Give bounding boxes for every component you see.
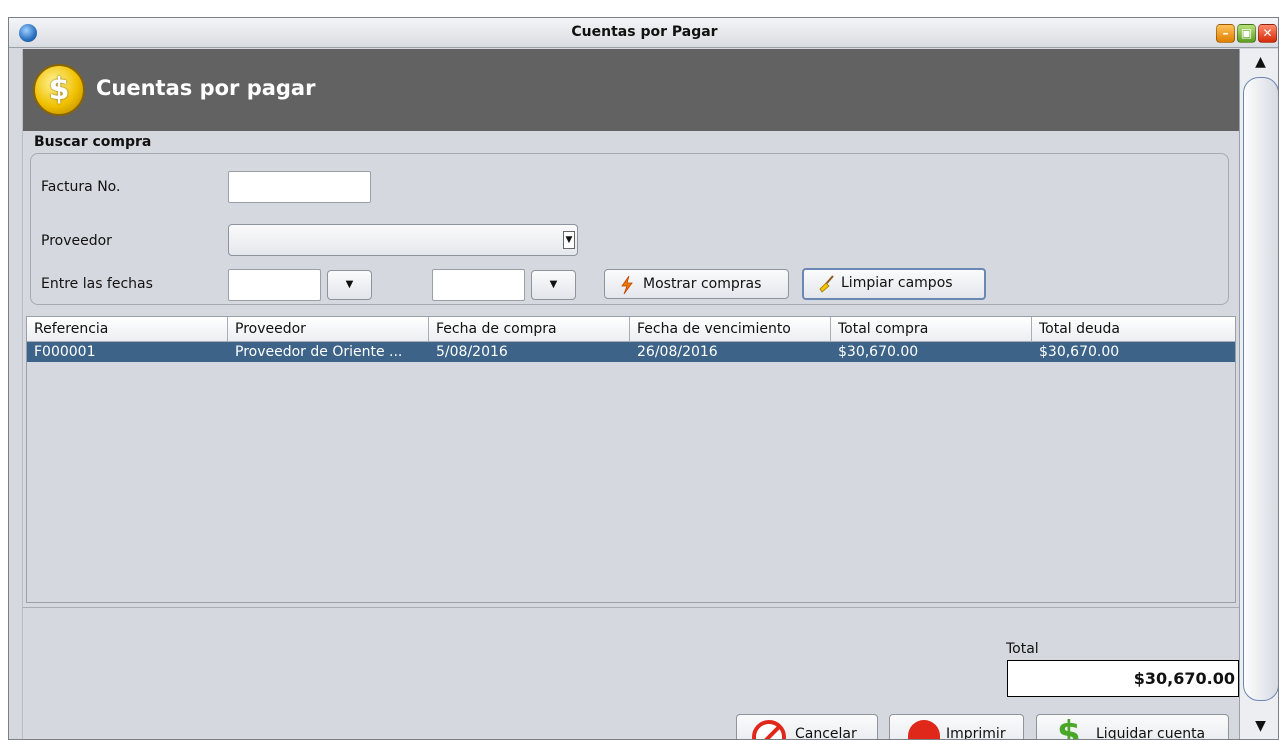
mostrar-compras-button[interactable]: Mostrar compras <box>604 269 789 299</box>
fechas-label: Entre las fechas <box>41 276 153 292</box>
proveedor-combo[interactable]: ▼ <box>228 224 578 256</box>
header-band: $ Cuentas por pagar <box>23 49 1239 131</box>
cell-fecha-compra: 5/08/2016 <box>436 344 508 360</box>
cancel-icon <box>752 720 786 739</box>
fecha-hasta-input[interactable] <box>432 269 525 301</box>
broom-icon <box>819 275 834 293</box>
column-header-referencia[interactable]: Referencia <box>27 317 228 342</box>
cancelar-button[interactable]: Cancelar <box>736 714 878 740</box>
liquidar-cuenta-label: Liquidar cuenta <box>1096 726 1206 740</box>
total-field: $30,670.00 <box>1007 660 1239 697</box>
scroll-up-arrow-icon[interactable]: ▲ <box>1240 49 1278 75</box>
mostrar-compras-label: Mostrar compras <box>643 276 762 292</box>
title-bar[interactable]: Cuentas por Pagar – ▣ ✕ <box>9 18 1278 48</box>
column-header-total-deuda[interactable]: Total deuda <box>1032 317 1235 342</box>
column-header-fecha-compra[interactable]: Fecha de compra <box>429 317 630 342</box>
window-title: Cuentas por Pagar <box>571 24 718 40</box>
app-window: Cuentas por Pagar – ▣ ✕ $ Cuentas por pa… <box>8 17 1279 740</box>
lightning-icon <box>621 276 633 294</box>
divider <box>23 607 1239 608</box>
fecha-hasta-picker-button[interactable]: ▼ <box>531 270 576 300</box>
content-area: $ Cuentas por pagar Buscar compra Factur… <box>22 49 1239 740</box>
scroll-thumb[interactable] <box>1243 77 1278 701</box>
search-panel: Factura No. Proveedor ▼ Entre las fechas… <box>30 153 1229 305</box>
vertical-scrollbar[interactable]: ▲ ▼ <box>1239 49 1278 739</box>
chevron-down-icon[interactable]: ▼ <box>563 231 575 249</box>
chevron-down-icon: ▼ <box>549 279 558 290</box>
imprimir-label: Imprimir <box>946 726 1006 740</box>
close-button[interactable]: ✕ <box>1258 24 1277 43</box>
cell-total-deuda: $30,670.00 <box>1039 344 1120 360</box>
proveedor-label: Proveedor <box>41 233 112 249</box>
cell-fecha-vencimiento: 26/08/2016 <box>637 344 718 360</box>
limpiar-campos-button[interactable]: Limpiar campos <box>802 268 986 300</box>
minimize-button[interactable]: – <box>1216 24 1235 43</box>
cell-total-compra: $30,670.00 <box>838 344 919 360</box>
factura-label: Factura No. <box>41 179 121 195</box>
liquidar-cuenta-button[interactable]: $ Liquidar cuenta <box>1036 714 1229 740</box>
printer-icon <box>908 720 940 739</box>
cell-referencia: F000001 <box>34 344 96 360</box>
limpiar-campos-label: Limpiar campos <box>841 275 953 291</box>
imprimir-button[interactable]: Imprimir <box>889 714 1024 740</box>
column-header-total-compra[interactable]: Total compra <box>831 317 1032 342</box>
cancelar-label: Cancelar <box>795 726 857 740</box>
chevron-down-icon: ▼ <box>345 279 354 290</box>
search-group-label: Buscar compra <box>34 134 152 150</box>
total-label: Total <box>1006 641 1039 657</box>
page-title: Cuentas por pagar <box>96 76 316 100</box>
maximize-button[interactable]: ▣ <box>1237 24 1256 43</box>
scroll-down-arrow-icon[interactable]: ▼ <box>1240 713 1278 739</box>
dollar-icon: $ <box>1057 714 1081 740</box>
fecha-desde-input[interactable] <box>228 269 321 301</box>
dollar-coin-icon: $ <box>33 64 85 116</box>
factura-input[interactable] <box>228 171 371 203</box>
column-header-proveedor[interactable]: Proveedor <box>228 317 429 342</box>
cell-proveedor: Proveedor de Oriente ... <box>235 344 403 360</box>
fecha-desde-picker-button[interactable]: ▼ <box>327 270 372 300</box>
column-header-fecha-vencimiento[interactable]: Fecha de vencimiento <box>630 317 831 342</box>
compras-table[interactable]: Referencia Proveedor Fecha de compra Fec… <box>26 316 1236 603</box>
table-row[interactable]: F000001 Proveedor de Oriente ... 5/08/20… <box>27 342 1235 362</box>
